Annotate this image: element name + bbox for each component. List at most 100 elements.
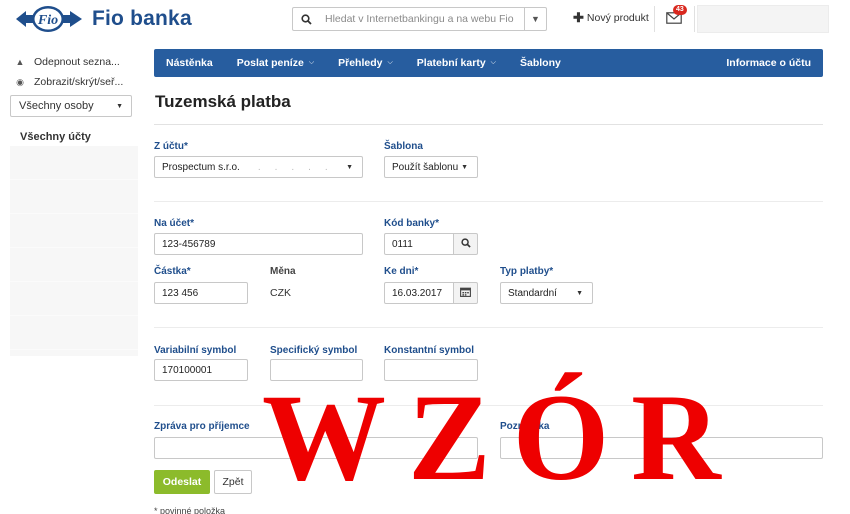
brand-mark-text: Fio xyxy=(37,13,58,28)
accounts-title: Všechny účty xyxy=(20,131,91,143)
nav-label: Přehledy xyxy=(338,57,383,69)
nav-label: Informace o účtu xyxy=(726,57,811,69)
pin-icon: ▲ xyxy=(15,57,25,67)
template-select[interactable]: Použít šablonu ▼ xyxy=(384,156,478,178)
specific-symbol-field[interactable] xyxy=(270,359,363,381)
nav-overviews[interactable]: Přehledy ⌵ xyxy=(326,57,405,69)
list-item[interactable] xyxy=(10,146,138,180)
chevron-down-icon: ⌵ xyxy=(490,59,496,66)
divider xyxy=(154,201,823,202)
message-field[interactable] xyxy=(154,437,478,459)
search-box[interactable]: Hledat v Internetbankingu a na webu Fio … xyxy=(292,7,547,31)
brand-name: Fio banka xyxy=(92,7,192,30)
constant-symbol-field[interactable] xyxy=(384,359,478,381)
page-title: Tuzemská platba xyxy=(155,92,291,111)
new-product-label: Nový produkt xyxy=(586,12,649,24)
search-icon xyxy=(460,237,471,251)
divider xyxy=(154,327,823,328)
search-scope-chevron-icon[interactable]: ▼ xyxy=(524,8,546,30)
sidebar: ▲ Odepnout sezna... ◉ Zobrazit/skrýt/seř… xyxy=(10,52,138,143)
search-icon[interactable] xyxy=(293,8,319,30)
nav-cards[interactable]: Platební karty ⌵ xyxy=(405,57,508,69)
list-item[interactable] xyxy=(10,214,138,248)
variable-symbol-label: Variabilní symbol xyxy=(154,345,237,356)
fio-logo-icon: Fio xyxy=(16,4,82,34)
nav-send-money[interactable]: Poslat peníze ⌵ xyxy=(225,57,326,69)
submit-button[interactable]: Odeslat xyxy=(154,470,210,494)
back-button[interactable]: Zpět xyxy=(214,470,252,494)
unpin-list-link[interactable]: ▲ Odepnout sezna... xyxy=(10,52,138,72)
chevron-down-icon: ⌵ xyxy=(387,59,393,66)
date-field[interactable]: 16.03.2017 xyxy=(384,282,454,304)
toggle-accounts-link[interactable]: ◉ Zobrazit/skrýt/seř... xyxy=(10,72,138,92)
chevron-down-icon: ⌵ xyxy=(308,59,315,66)
plus-icon: ✚ xyxy=(573,10,584,25)
payment-type-value: Standardní xyxy=(508,287,557,299)
nav-dashboard[interactable]: Nástěnka xyxy=(154,57,225,69)
required-fields-note: * povinné položka xyxy=(154,506,226,514)
note-field[interactable] xyxy=(500,437,823,459)
specific-symbol-label: Specifický symbol xyxy=(270,345,358,356)
amount-field[interactable]: 123 456 xyxy=(154,282,248,304)
eye-icon: ◉ xyxy=(16,76,24,87)
toggle-accounts-label: Zobrazit/skrýt/seř... xyxy=(34,76,124,88)
mail-count-badge: 43 xyxy=(673,5,687,15)
bank-code-search-button[interactable] xyxy=(454,233,478,255)
calendar-icon xyxy=(460,287,471,300)
list-item[interactable] xyxy=(10,248,138,282)
unpin-list-label: Odepnout sezna... xyxy=(34,56,120,68)
list-item[interactable] xyxy=(10,282,138,316)
list-item[interactable] xyxy=(10,180,138,214)
list-item[interactable] xyxy=(10,316,138,350)
date-label: Ke dni* xyxy=(384,266,419,277)
main-nav: Nástěnka Poslat peníze ⌵ Přehledy ⌵ Plateb… xyxy=(154,49,823,77)
persons-select-value: Všechny osoby xyxy=(19,100,94,112)
chevron-down-icon: ▼ xyxy=(461,163,468,171)
variable-symbol-field[interactable]: 170100001 xyxy=(154,359,248,381)
search-input[interactable]: Hledat v Internetbankingu a na webu Fio xyxy=(319,13,524,25)
user-menu[interactable] xyxy=(697,5,829,33)
new-product-button[interactable]: ✚ Nový produkt xyxy=(573,10,649,25)
calendar-button[interactable] xyxy=(454,282,478,304)
chevron-down-icon: ▼ xyxy=(116,102,123,110)
from-account-value: Prospectum s.r.o. xyxy=(162,161,240,173)
nav-label: Poslat peníze xyxy=(236,57,304,69)
currency-label: Měna xyxy=(270,266,296,277)
nav-account-info[interactable]: Informace o účtu xyxy=(714,57,823,69)
amount-label: Částka* xyxy=(154,266,191,277)
currency-value: CZK xyxy=(270,287,291,299)
header-divider xyxy=(694,6,695,32)
brand-logo[interactable]: Fio Fio banka xyxy=(16,4,192,34)
payment-type-label: Typ platby* xyxy=(500,266,554,277)
bank-code-field[interactable]: 0111 xyxy=(384,233,454,255)
app-header: Fio Fio banka Hledat v Internetbankingu … xyxy=(0,0,850,40)
to-account-value: 123-456789 xyxy=(162,238,216,250)
from-account-label: Z účtu* xyxy=(154,141,188,152)
persons-select[interactable]: Všechny osoby ▼ xyxy=(10,95,132,117)
masked-account-dots: ..... xyxy=(257,161,342,173)
chevron-down-icon: ▼ xyxy=(346,163,353,171)
date-value: 16.03.2017 xyxy=(392,287,443,299)
from-account-select[interactable]: Prospectum s.r.o. ..... ▼ xyxy=(154,156,363,178)
payment-type-select[interactable]: Standardní ▼ xyxy=(500,282,593,304)
constant-symbol-label: Konstantní symbol xyxy=(384,345,475,356)
note-label: Poznámka xyxy=(500,421,550,432)
message-label: Zpráva pro příjemce xyxy=(154,421,250,432)
bank-code-value: 0111 xyxy=(392,238,413,250)
variable-symbol-value: 170100001 xyxy=(162,364,213,376)
nav-templates[interactable]: Šablony xyxy=(508,57,573,69)
amount-value: 123 456 xyxy=(162,287,199,299)
template-label: Šablona xyxy=(384,141,423,152)
nav-label: Platební karty xyxy=(416,57,486,69)
chevron-down-icon: ▼ xyxy=(576,289,583,297)
nav-label: Nástěnka xyxy=(166,57,213,69)
to-account-label: Na účet* xyxy=(154,218,195,229)
accounts-list xyxy=(10,146,138,356)
to-account-field[interactable]: 123-456789 xyxy=(154,233,363,255)
template-value: Použít šablonu xyxy=(392,161,459,173)
divider xyxy=(154,124,823,125)
nav-label: Šablony xyxy=(519,57,561,69)
divider xyxy=(154,405,823,406)
header-divider xyxy=(654,6,655,32)
bank-code-label: Kód banky* xyxy=(384,218,440,229)
